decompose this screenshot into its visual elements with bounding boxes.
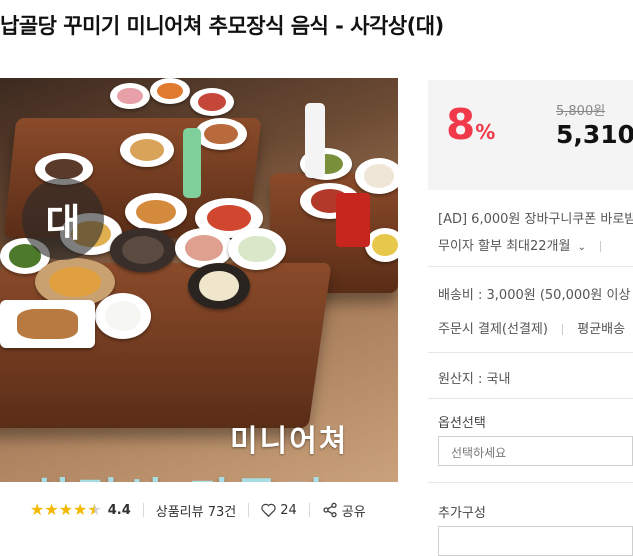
- star-icon: ★: [44, 500, 59, 519]
- bottle: [305, 103, 325, 178]
- star-icon: ★: [73, 500, 88, 519]
- dish: [110, 228, 176, 272]
- installment-info[interactable]: 무이자 할부 최대22개월 ⌄: [438, 235, 611, 254]
- size-badge: 대: [22, 178, 104, 260]
- divider: [562, 324, 564, 335]
- star-icon: ★: [30, 500, 45, 519]
- divider: [428, 482, 633, 483]
- rating-stars: ★ ★ ★ ★ ★: [30, 502, 102, 518]
- dish: [228, 228, 286, 270]
- extra-option-select[interactable]: [438, 526, 633, 556]
- dish: [150, 78, 190, 104]
- payment-info: 주문시 결제(선결제) 평균배송: [438, 318, 625, 337]
- divider: [428, 398, 633, 399]
- divider: [248, 503, 250, 517]
- coupon-banner[interactable]: [AD] 6,000원 장바구니쿠폰 바로받: [438, 208, 633, 227]
- divider: [142, 503, 144, 517]
- dish: [175, 228, 233, 268]
- cup: [336, 193, 370, 247]
- divider: [308, 503, 310, 517]
- chevron-down-icon: ⌄: [577, 242, 586, 253]
- divider: [428, 266, 633, 267]
- price-box: 8% 5,800원 5,310: [428, 80, 633, 190]
- payment-label: 주문시 결제(선결제): [438, 322, 548, 337]
- like-count: 24: [280, 502, 297, 518]
- avg-delivery-label[interactable]: 평균배송: [577, 322, 625, 337]
- rating-bar: ★ ★ ★ ★ ★ 4.4 상품리뷰 73건 24 공유: [0, 482, 398, 538]
- image-caption-line2: 차림상 만들기: [30, 464, 328, 482]
- divider: [428, 352, 633, 353]
- share-button[interactable]: 공유: [322, 501, 366, 520]
- dish: [110, 83, 150, 109]
- product-title: 납골당 꾸미기 미니어쳐 추모장식 음식 - 사각상(대): [0, 14, 444, 38]
- discount-rate: 8%: [446, 104, 495, 146]
- dish: [125, 193, 187, 231]
- dish: [188, 263, 250, 309]
- share-label: 공유: [341, 504, 366, 520]
- shipping-info: 배송비 : 3,000원 (50,000원 이상 무: [438, 288, 633, 303]
- discount-value: 8: [446, 100, 476, 149]
- like-button[interactable]: 24: [261, 503, 297, 518]
- extra-option-label: 추가구성: [438, 506, 486, 521]
- origin-info: 원산지 : 국내: [438, 372, 511, 387]
- dish: [0, 300, 95, 348]
- bottle: [183, 128, 201, 198]
- dish: [190, 88, 234, 116]
- dish: [95, 293, 151, 339]
- review-count-link[interactable]: 상품리뷰 73건: [156, 501, 236, 520]
- discount-unit: %: [475, 120, 496, 144]
- option-select-label: 옵션선택: [438, 416, 486, 431]
- dish: [355, 158, 398, 194]
- dish: [195, 118, 247, 150]
- rating-score: 4.4: [107, 502, 131, 518]
- divider: [600, 241, 602, 252]
- option-select[interactable]: 선택하세요: [438, 436, 633, 466]
- product-image[interactable]: 대 미니어쳐 차림상 만들기: [0, 78, 398, 482]
- heart-icon: [261, 503, 276, 517]
- star-icon: ★: [58, 500, 74, 519]
- installment-label: 무이자 할부 최대22개월: [438, 239, 571, 254]
- dish: [120, 133, 174, 167]
- original-price: 5,800원: [556, 104, 606, 119]
- half-star-icon: ★: [87, 500, 102, 519]
- share-icon: [322, 502, 338, 518]
- image-caption-line1: 미니어쳐: [230, 424, 349, 459]
- sale-price: 5,310: [556, 120, 633, 149]
